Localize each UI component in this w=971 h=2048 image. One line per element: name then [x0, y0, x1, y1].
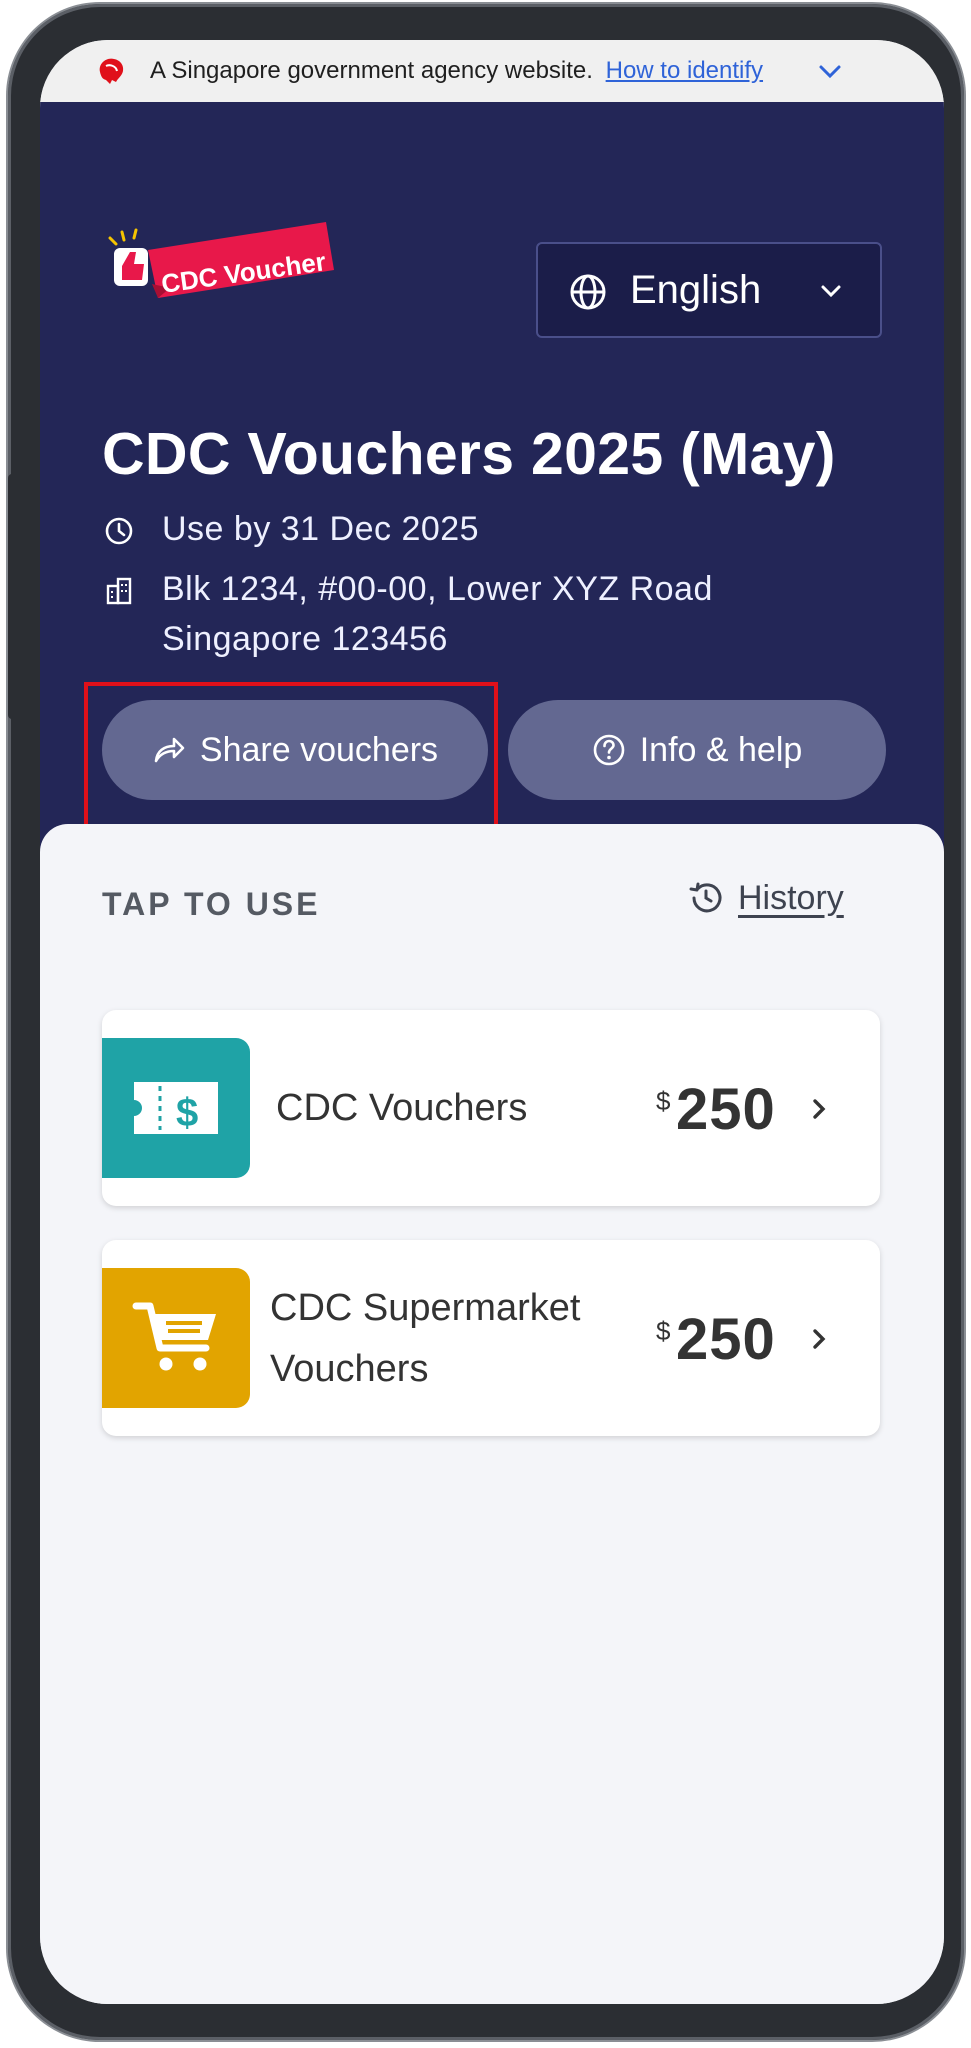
section-label: TAP TO USE	[102, 886, 321, 922]
history-icon	[689, 882, 722, 913]
voucher-name-line-1: CDC Supermarket	[270, 1287, 581, 1329]
voucher-header: CDC Voucher English CDC Vouchers 2025 (M…	[40, 102, 944, 862]
address-line-1: Blk 1234, #00-00, Lower XYZ Road	[162, 570, 713, 608]
building-icon	[106, 577, 132, 605]
voucher-amount: 250	[676, 1307, 776, 1372]
screen: A Singapore government agency website. H…	[40, 40, 944, 2004]
voucher-ticket-icon: $	[134, 1082, 218, 1135]
address-line-2: Singapore 123456	[162, 620, 448, 658]
cart-icon	[132, 1302, 216, 1371]
info-help-label: Info & help	[639, 730, 803, 769]
voucher-list-panel: TAP TO USE History $ CDC Vouchers $ 250 …	[40, 824, 944, 2004]
chevron-down-icon[interactable]	[818, 62, 842, 82]
history-link[interactable]: History	[686, 878, 844, 918]
svg-text:$: $	[176, 1091, 198, 1135]
language-label: English	[630, 268, 762, 312]
how-to-identify-link[interactable]: How to identify	[606, 57, 763, 84]
highlight-box	[84, 682, 498, 832]
voucher-tile	[102, 1268, 250, 1408]
info-help-button[interactable]: Info & help	[508, 700, 886, 800]
history-label: History	[738, 878, 844, 917]
clock-icon	[105, 517, 133, 545]
chevron-down-icon	[821, 285, 841, 298]
cdc-vouchers-card[interactable]: $ CDC Vouchers $ 250	[102, 1010, 880, 1206]
currency-symbol: $	[656, 1316, 671, 1346]
voucher-name: CDC Vouchers	[276, 1087, 528, 1129]
expiry-text: Use by 31 Dec 2025	[162, 510, 480, 548]
phone-frame: A Singapore government agency website. H…	[8, 4, 964, 2040]
voucher-name-line-2: Vouchers	[270, 1348, 429, 1390]
voucher-tile: $	[102, 1038, 250, 1178]
cdc-supermarket-vouchers-card[interactable]: CDC Supermarket Vouchers $ 250	[102, 1240, 880, 1436]
lion-head-icon	[99, 58, 124, 84]
globe-icon	[570, 274, 606, 310]
gov-banner: A Singapore government agency website. H…	[40, 40, 944, 102]
side-button	[8, 474, 18, 719]
help-circle-icon	[593, 734, 625, 766]
chevron-right-icon	[813, 1329, 826, 1349]
page-title: CDC Vouchers 2025 (May)	[102, 421, 836, 487]
gov-banner-label: A Singapore government agency website.	[150, 57, 593, 84]
currency-symbol: $	[656, 1086, 671, 1116]
voucher-name: CDC Supermarket Vouchers	[270, 1278, 580, 1400]
cdc-voucher-logo: CDC Voucher	[108, 222, 334, 299]
chevron-right-icon	[813, 1099, 826, 1119]
language-select[interactable]: English	[536, 242, 882, 338]
voucher-amount: 250	[676, 1077, 776, 1142]
gov-banner-text: A Singapore government agency website. H…	[150, 57, 763, 85]
